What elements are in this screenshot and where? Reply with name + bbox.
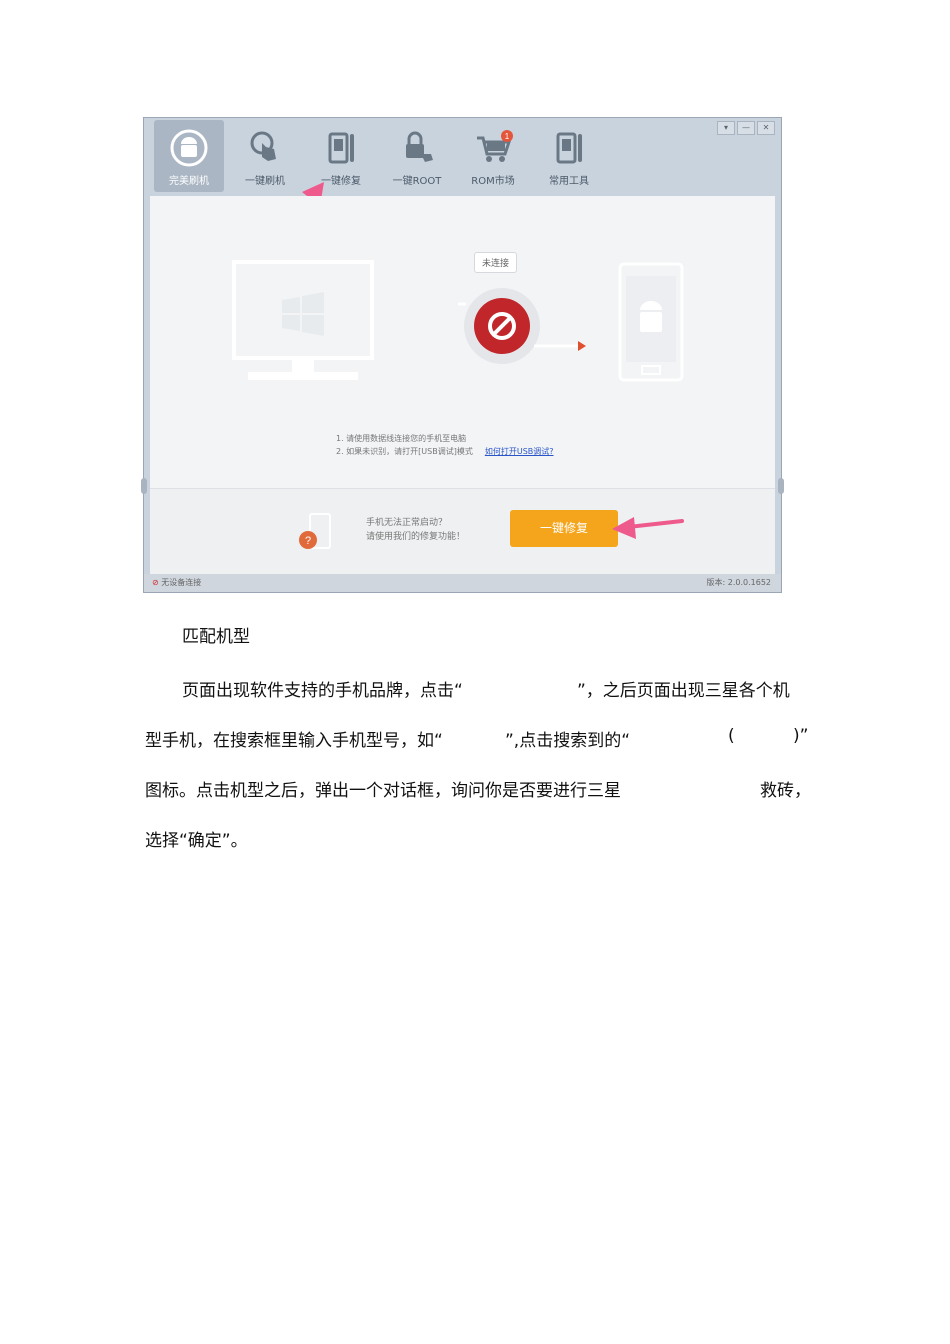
paragraph-line: )” (793, 726, 809, 746)
repair-panel: ? 手机无法正常启动？ 请使用我们的修复功能！ 一键修复 (150, 488, 775, 574)
connection-panel: 未连接 1. 请使用数据线连接您的手机至电脑 2. 如果未识别，请打开[USB调… (150, 196, 775, 488)
lock-hand-icon (406, 131, 433, 162)
version-label: 版本: 2.0.0.1652 (706, 578, 772, 587)
device-status: ⊘ 无设备连接 (152, 574, 201, 592)
android-refresh-icon (170, 129, 208, 167)
tab-label: ROM市场 (471, 176, 515, 187)
window-controls: ▾ — ✕ (717, 121, 775, 135)
paragraph-line: 页面出现软件支持的手机品牌，点击“ (182, 681, 463, 701)
minimize-button[interactable]: — (737, 121, 755, 135)
status-bar: ⊘ 无设备连接 版本: 2.0.0.1652 (144, 574, 781, 592)
tab-label: 完美刷机 (169, 176, 209, 187)
paragraph-line: ”，之后页面出现三星各个机 (577, 681, 790, 701)
usb-cable-icon (534, 341, 586, 351)
phone-outline-icon (618, 262, 684, 382)
repair-hint-line-1: 手机无法正常启动？ (366, 518, 448, 528)
paragraph-line: 救砖， (760, 781, 811, 801)
computer-monitor-icon (232, 260, 374, 380)
cart-badge: 1 (505, 132, 510, 141)
tab-common-tools[interactable]: 常用工具 (534, 120, 604, 192)
repair-hint: 手机无法正常启动？ 请使用我们的修复功能！ (366, 516, 465, 544)
connection-instructions: 1. 请使用数据线连接您的手机至电脑 2. 如果未识别，请打开[USB调试]模式… (336, 432, 554, 458)
instruction-line-1: 1. 请使用数据线连接您的手机至电脑 (336, 434, 467, 443)
no-entry-icon: ⊘ (152, 578, 159, 587)
tab-one-click-root[interactable]: 一键ROOT (382, 120, 452, 192)
svg-text:?: ? (305, 535, 311, 547)
annotation-arrow-icon (612, 517, 684, 539)
menu-button[interactable]: ▾ (717, 121, 735, 135)
tab-rom-market[interactable]: 1 ROM市场 (458, 120, 528, 192)
paragraph-line: ( (728, 726, 735, 746)
paragraph-line: 图标。点击机型之后，弹出一个对话框，询问你是否要进行三星 (145, 781, 621, 801)
left-scroll-notch (141, 478, 147, 494)
phone-wrench-icon (328, 132, 354, 164)
right-scroll-notch (778, 478, 784, 494)
hand-touch-icon (250, 131, 276, 161)
section-heading: 匹配机型 (182, 627, 250, 647)
device-status-text: 无设备连接 (161, 578, 202, 587)
tab-label: 常用工具 (549, 176, 589, 187)
one-click-repair-button[interactable]: 一键修复 (510, 510, 618, 547)
instruction-line-2: 2. 如果未识别，请打开[USB调试]模式 (336, 447, 473, 456)
repair-hint-line-2: 请使用我们的修复功能！ (366, 532, 466, 542)
cart-icon: 1 (477, 130, 513, 162)
close-button[interactable]: ✕ (757, 121, 775, 135)
no-connection-icon (458, 288, 540, 364)
usb-debug-help-link[interactable]: 如何打开USB调试? (485, 447, 554, 456)
tools-icon (556, 132, 582, 164)
paragraph-line: ”,点击搜索到的“ (505, 731, 631, 751)
tab-label: 一键ROOT (392, 176, 442, 187)
connection-status-badge: 未连接 (474, 252, 518, 273)
tab-perfect-flash[interactable]: 完美刷机 (154, 120, 224, 192)
toolbar: 完美刷机 一键刷机 一键修复 一键ROOT 1 ROM市场 常用工具 ▾ — ✕ (144, 118, 781, 195)
phone-help-icon: ? (299, 513, 331, 549)
app-screenshot: 完美刷机 一键刷机 一键修复 一键ROOT 1 ROM市场 常用工具 ▾ — ✕… (141, 117, 784, 593)
paragraph-line: 型手机，在搜索框里输入手机型号，如“ (145, 731, 443, 751)
paragraph-line: 选择“确定”。 (145, 831, 248, 851)
